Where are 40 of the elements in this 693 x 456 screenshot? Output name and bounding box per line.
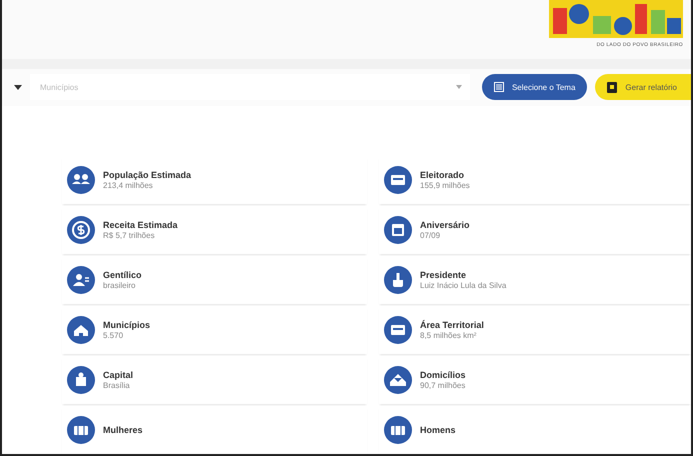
stat-label: Gentílico bbox=[103, 270, 142, 280]
stat-label: Aniversário bbox=[420, 220, 470, 230]
card-icon bbox=[384, 316, 412, 344]
stat-label: Eleitorado bbox=[420, 170, 466, 180]
group-icon bbox=[67, 416, 95, 444]
stat-label: Área Territorial bbox=[420, 320, 484, 330]
hand-icon bbox=[384, 266, 412, 294]
stat-value: brasileiro bbox=[103, 280, 136, 290]
stat-value: 90,7 milhões bbox=[420, 380, 466, 390]
theme-button[interactable]: Selecione o Tema bbox=[482, 74, 588, 100]
list-icon bbox=[494, 82, 504, 92]
building-icon bbox=[67, 366, 95, 394]
stat-label: Capital bbox=[103, 370, 134, 380]
stat-label: População Estimada bbox=[103, 170, 192, 180]
dollar-icon bbox=[67, 216, 95, 244]
stat-value: 213,4 milhões bbox=[103, 180, 154, 190]
stat-label: Mulheres bbox=[103, 424, 143, 435]
person-icon bbox=[67, 266, 95, 294]
group-icon bbox=[384, 416, 412, 444]
stat-value: Brasília bbox=[103, 380, 131, 390]
stat-label: Municípios bbox=[103, 320, 150, 330]
stat-label: Homens bbox=[420, 424, 456, 435]
caret-icon bbox=[456, 85, 462, 90]
report-button[interactable]: Gerar relatório bbox=[595, 74, 691, 100]
document-icon bbox=[607, 82, 618, 93]
stat-value: Luiz Inácio Lula da Silva bbox=[420, 280, 506, 290]
stat-value: 8,5 milhões km² bbox=[420, 330, 478, 340]
people-icon bbox=[67, 166, 95, 194]
calendar-icon bbox=[384, 216, 412, 244]
stat-label: Receita Estimada bbox=[103, 220, 178, 230]
stat-value: R$ 5,7 trilhões bbox=[103, 230, 156, 240]
stat-value: 5.570 bbox=[103, 330, 124, 340]
stat-label: Domicílios bbox=[420, 370, 466, 380]
dropdown-caret-icon[interactable] bbox=[14, 84, 22, 90]
card-icon bbox=[384, 166, 412, 194]
stat-label: Presidente bbox=[420, 270, 468, 280]
houses-icon bbox=[384, 366, 412, 394]
stat-value: 07/09 bbox=[420, 230, 442, 240]
house-icon bbox=[67, 316, 95, 344]
stat-value: 155,9 milhões bbox=[420, 180, 470, 190]
